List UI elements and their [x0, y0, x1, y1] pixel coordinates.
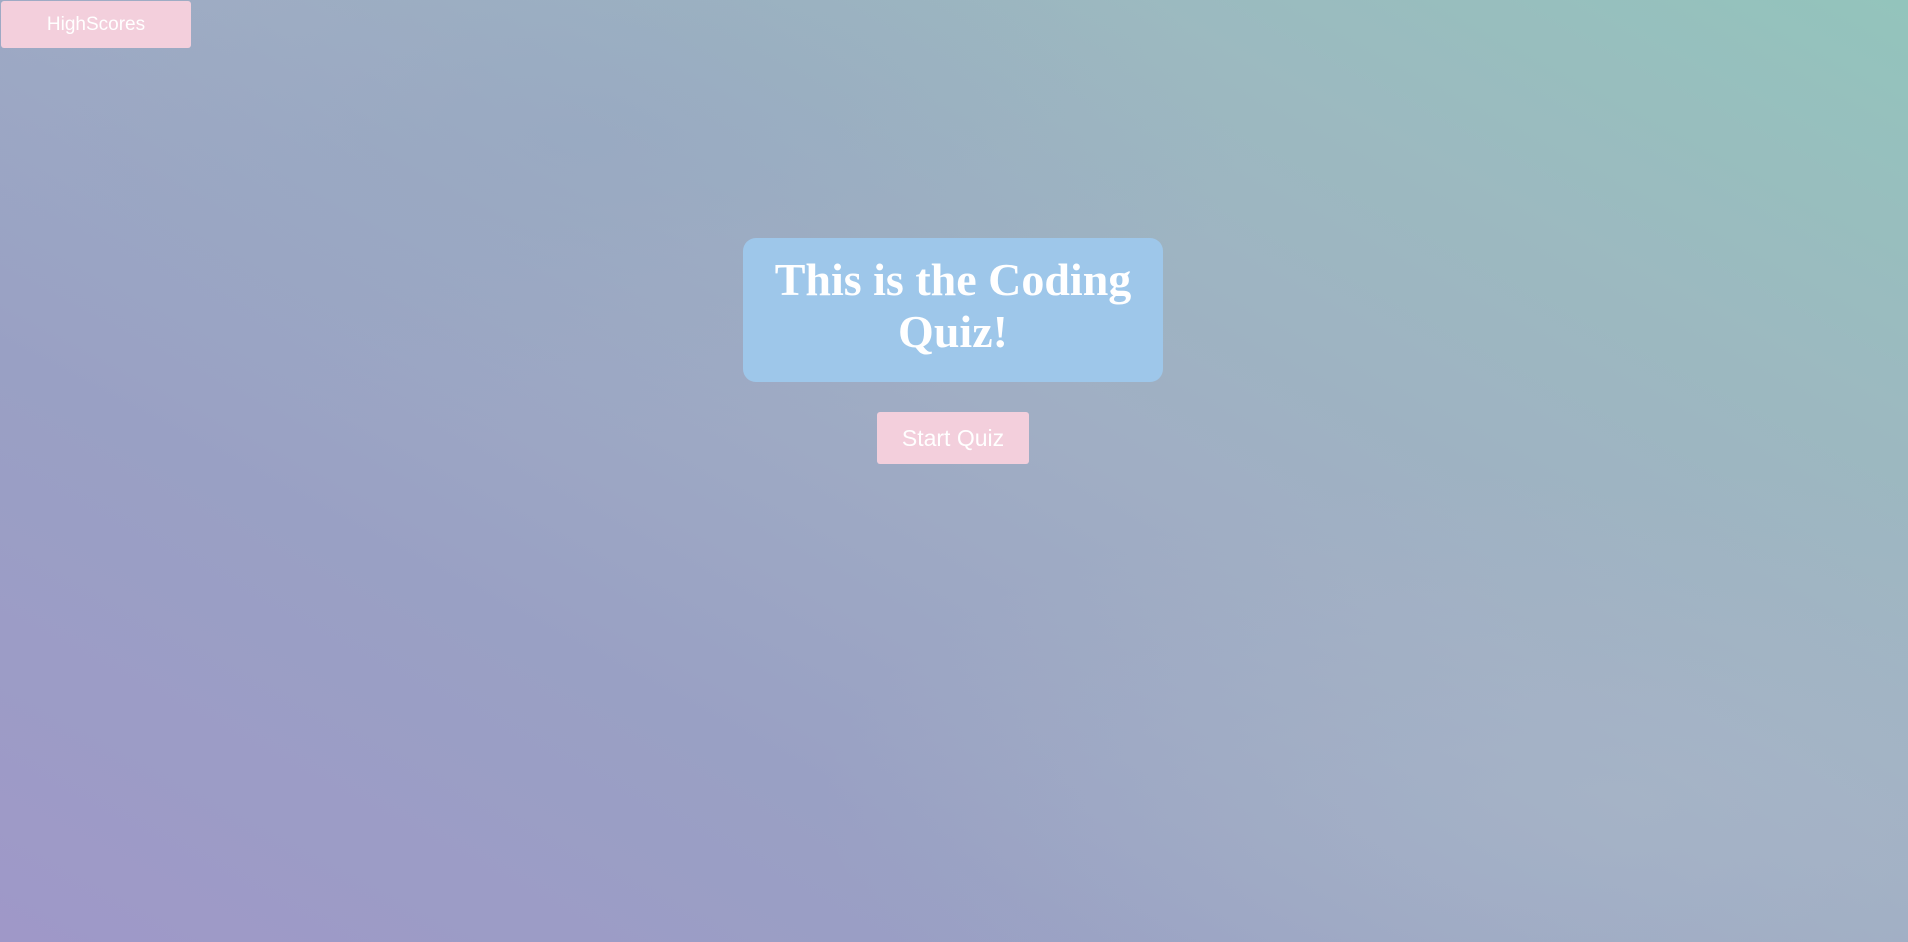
- start-quiz-button[interactable]: Start Quiz: [877, 412, 1029, 464]
- page-title: This is the Coding Quiz!: [774, 254, 1132, 357]
- highscores-button[interactable]: HighScores: [1, 1, 191, 48]
- title-card: This is the Coding Quiz!: [743, 238, 1163, 382]
